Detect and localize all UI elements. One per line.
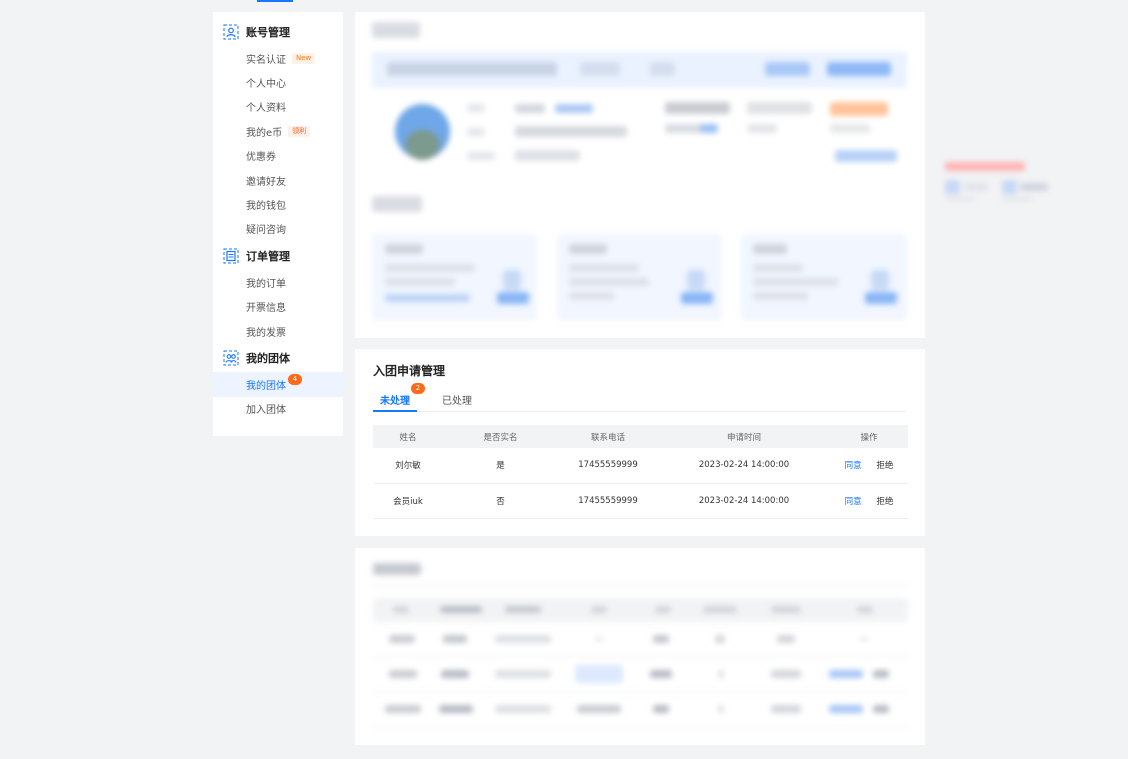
column-header-time: 申请时间 — [658, 425, 830, 448]
table-row: 会员iuk 否 17455559999 2023-02-24 14:00:00 … — [373, 483, 908, 519]
sidebar-item-my-team[interactable]: 我的团体 4 — [213, 372, 343, 397]
sidebar-item-label: 加入团体 — [246, 405, 286, 417]
sidebar-item-label: 我的钱包 — [246, 201, 286, 213]
top-nav-active-indicator — [257, 0, 293, 2]
blurred-content — [355, 12, 925, 338]
column-header-actions: 操作 — [830, 425, 908, 448]
team-count-badge: 4 — [288, 374, 302, 386]
sidebar-item-label: 邀请好友 — [246, 176, 286, 188]
sidebar-item-label: 我的订单 — [246, 278, 286, 290]
cell-name: 刘尔敏 — [373, 448, 443, 484]
cell-time: 2023-02-24 14:00:00 — [658, 483, 830, 519]
applications-table: 姓名 是否实名 联系电话 申请时间 操作 刘尔敏 是 17455559999 2… — [373, 425, 908, 519]
sidebar-item-personal-center[interactable]: 个人中心 — [213, 70, 343, 94]
order-icon — [223, 248, 239, 264]
team-members-card-blurred — [355, 548, 925, 745]
join-application-card: 入团申请管理 未处理 2 已处理 姓名 是否实名 联系电话 申请时间 操作 刘尔… — [355, 349, 925, 536]
sidebar-item-label: 我的发票 — [246, 327, 286, 339]
cell-time: 2023-02-24 14:00:00 — [658, 448, 830, 484]
card-title: 入团申请管理 — [373, 364, 446, 378]
reject-button[interactable]: 拒绝 — [876, 497, 893, 507]
nav-group-header: 账号管理 — [213, 21, 343, 43]
cell-actions: 同意 拒绝 — [830, 448, 908, 484]
nav-group-orders: 订单管理 我的订单 开票信息 我的发票 — [213, 245, 343, 343]
blurred-content — [355, 548, 925, 745]
sidebar: 账号管理 实名认证 New 个人中心 个人资料 我的e币 领利 优惠券 邀请好友 我… — [213, 12, 343, 436]
sidebar-item-join-team[interactable]: 加入团体 — [213, 397, 343, 421]
nav-group-header: 订单管理 — [213, 245, 343, 267]
sidebar-item-invoice-info[interactable]: 开票信息 — [213, 295, 343, 319]
sidebar-item-label: 疑问咨询 — [246, 225, 286, 237]
reject-button[interactable]: 拒绝 — [876, 461, 893, 471]
sidebar-item-label: 优惠券 — [246, 152, 276, 164]
sidebar-item-consult[interactable]: 疑问咨询 — [213, 217, 343, 241]
sidebar-item-invite[interactable]: 邀请好友 — [213, 168, 343, 192]
sidebar-item-label: 实名认证 — [246, 54, 286, 66]
agree-button[interactable]: 同意 — [845, 461, 862, 471]
sidebar-item-label: 个人资料 — [246, 103, 286, 115]
team-icon — [223, 350, 239, 366]
sidebar-item-real-name[interactable]: 实名认证 New — [213, 46, 343, 70]
sidebar-item-wallet[interactable]: 我的钱包 — [213, 192, 343, 216]
sidebar-item-coupons[interactable]: 优惠券 — [213, 144, 343, 168]
tab-label: 未处理 — [380, 396, 410, 407]
status-tabs: 未处理 2 已处理 — [373, 383, 907, 412]
sidebar-item-profile[interactable]: 个人资料 — [213, 95, 343, 119]
nav-group-account: 账号管理 实名认证 New 个人中心 个人资料 我的e币 领利 优惠券 邀请好友 我… — [213, 21, 343, 241]
tab-unprocessed[interactable]: 未处理 2 — [373, 383, 425, 412]
nav-group-title: 订单管理 — [246, 250, 290, 264]
table-row: 刘尔敏 是 17455559999 2023-02-24 14:00:00 同意… — [373, 448, 908, 484]
sidebar-item-label: 我的e币 — [246, 127, 283, 139]
sidebar-item-ecoin[interactable]: 我的e币 领利 — [213, 119, 343, 143]
account-overview-card-blurred — [355, 12, 925, 338]
column-header-verified: 是否实名 — [443, 425, 558, 448]
sidebar-item-label: 开票信息 — [246, 303, 286, 315]
cell-verified: 否 — [443, 483, 558, 519]
table-header-row: 姓名 是否实名 联系电话 申请时间 操作 — [373, 425, 908, 448]
tab-label: 已处理 — [442, 396, 472, 407]
agree-button[interactable]: 同意 — [845, 497, 862, 507]
tab-count-badge: 2 — [411, 383, 425, 394]
nav-group-title: 账号管理 — [246, 26, 290, 39]
floating-widget-blurred — [940, 160, 1050, 205]
column-header-phone: 联系电话 — [558, 425, 658, 448]
new-tag: New — [292, 52, 316, 64]
sidebar-item-my-invoices[interactable]: 我的发票 — [213, 319, 343, 343]
column-header-name: 姓名 — [373, 425, 443, 448]
sidebar-item-label: 我的团体 — [246, 380, 286, 392]
cell-phone: 17455559999 — [558, 483, 658, 519]
cell-name: 会员iuk — [373, 483, 443, 519]
sidebar-item-label: 个人中心 — [246, 79, 286, 91]
account-icon — [223, 24, 239, 40]
nav-group-title: 我的团体 — [246, 352, 290, 366]
sidebar-item-my-orders[interactable]: 我的订单 — [213, 270, 343, 294]
cell-verified: 是 — [443, 448, 558, 484]
nav-group-team: 我的团体 我的团体 4 加入团体 — [213, 347, 343, 421]
tab-processed[interactable]: 已处理 — [435, 384, 479, 411]
nav-group-header: 我的团体 — [213, 347, 343, 369]
gift-tag: 领利 — [288, 125, 311, 137]
cell-actions: 同意 拒绝 — [830, 483, 908, 519]
cell-phone: 17455559999 — [558, 448, 658, 484]
